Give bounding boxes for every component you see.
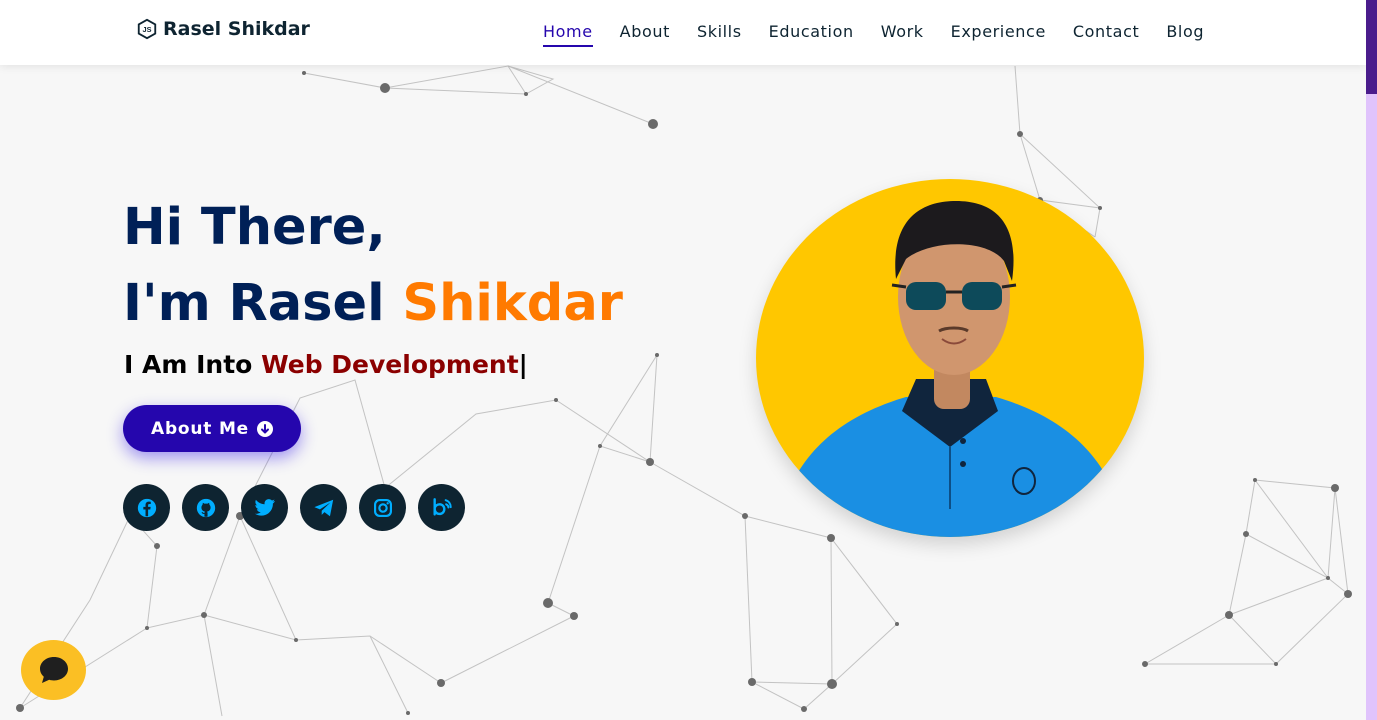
hero-intro: I'm Rasel: [123, 274, 385, 333]
hero-greeting: Hi There,: [123, 198, 386, 257]
github-link[interactable]: [182, 484, 229, 531]
chat-widget-button[interactable]: [21, 640, 86, 700]
telegram-link[interactable]: [300, 484, 347, 531]
nav-menu: Home About Skills Education Work Experie…: [543, 22, 1204, 47]
hero-title: Hi There, I'm Rasel Shikdar: [123, 190, 623, 342]
svg-text:JS: JS: [143, 25, 152, 34]
hero-last-name: Shikdar: [402, 274, 623, 333]
home-page: JS Rasel Shikdar Home About Skills Educa…: [0, 0, 1366, 720]
instagram-link[interactable]: [359, 484, 406, 531]
scrollbar-thumb[interactable]: [1366, 0, 1377, 94]
nav-contact[interactable]: Contact: [1073, 22, 1139, 47]
navbar: JS Rasel Shikdar Home About Skills Educa…: [0, 0, 1366, 65]
profile-photo: [756, 179, 1144, 537]
nav-education[interactable]: Education: [769, 22, 854, 47]
github-icon: [196, 498, 215, 517]
arrow-circle-down-icon: [257, 420, 273, 437]
nav-blog[interactable]: Blog: [1166, 22, 1204, 47]
about-me-button[interactable]: About Me: [123, 405, 301, 452]
brand-name: Rasel Shikdar: [163, 18, 310, 40]
facebook-icon: [137, 498, 156, 517]
nav-about[interactable]: About: [620, 22, 670, 47]
blog-icon: [432, 497, 452, 516]
nav-experience[interactable]: Experience: [951, 22, 1046, 47]
hero-subtitle: I Am Into Web Development|: [124, 350, 528, 379]
about-me-label: About Me: [151, 418, 249, 439]
telegram-icon: [313, 499, 333, 516]
typed-text: Web Development: [261, 350, 519, 379]
social-links: [123, 484, 465, 531]
chat-bubble-icon: [39, 657, 68, 683]
nav-home[interactable]: Home: [543, 22, 593, 47]
instagram-icon: [373, 498, 392, 517]
typing-cursor: |: [518, 350, 528, 379]
page-scrollbar[interactable]: [1366, 0, 1377, 720]
brand-logo[interactable]: JS Rasel Shikdar: [136, 18, 310, 40]
node-js-icon: JS: [137, 18, 157, 40]
twitter-icon: [254, 498, 275, 516]
twitter-link[interactable]: [241, 484, 288, 531]
nav-work[interactable]: Work: [881, 22, 924, 47]
blog-link[interactable]: [418, 484, 465, 531]
person-photo-illustration: [776, 201, 1126, 537]
subtitle-prefix: I Am Into: [124, 350, 253, 379]
facebook-link[interactable]: [123, 484, 170, 531]
nav-skills[interactable]: Skills: [697, 22, 742, 47]
